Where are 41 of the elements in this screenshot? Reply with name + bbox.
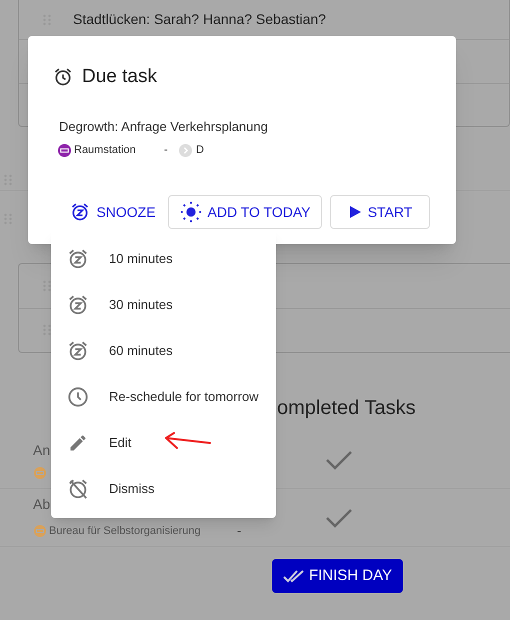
separator: - <box>164 143 169 158</box>
snooze-icon <box>70 202 90 222</box>
menu-item[interactable]: 10 minutes <box>51 236 276 282</box>
section-icon <box>179 144 192 157</box>
play-icon <box>348 205 362 219</box>
check-icon[interactable] <box>325 448 353 470</box>
check-icon[interactable] <box>325 506 353 528</box>
drag-handle-icon[interactable] <box>43 324 51 336</box>
project-icon <box>34 467 46 479</box>
menu-item[interactable]: 30 minutes <box>51 282 276 328</box>
menu-item[interactable]: Dismiss <box>51 466 276 512</box>
drag-handle-icon[interactable] <box>43 280 51 292</box>
dialog-title: Due task <box>82 65 157 89</box>
project-icon <box>34 525 46 537</box>
snooze-icon <box>67 294 89 316</box>
project-icon <box>58 144 71 157</box>
clock-icon <box>67 386 89 408</box>
today-button[interactable]: ADD TO TODAY <box>168 195 322 229</box>
snooze-button[interactable]: SNOOZE <box>66 195 160 229</box>
snooze-icon <box>67 340 89 362</box>
double-check-icon <box>282 569 305 583</box>
section-heading: ompleted Tasks <box>277 396 416 421</box>
start-button[interactable]: START <box>330 195 430 229</box>
alarm-clock-icon <box>53 67 73 88</box>
finish-day-button[interactable]: FINISH DAY <box>272 559 403 593</box>
project-label: Raumstation <box>74 143 137 158</box>
snooze-icon <box>67 248 89 270</box>
task-title: Degrowth: Anfrage Verkehrsplanung <box>59 118 268 136</box>
task-title: An <box>33 441 50 460</box>
alarm-off-icon <box>67 478 89 500</box>
task-title: Ab <box>33 495 50 514</box>
task-title[interactable]: Stadtlücken: Sarah? Hanna? Sebastian? <box>73 9 326 30</box>
menu-item[interactable]: Re-schedule for tomorrow <box>51 374 276 420</box>
section-label: D <box>196 143 204 158</box>
menu-item[interactable]: 60 minutes <box>51 328 276 374</box>
pencil-icon <box>68 433 88 453</box>
project-label: Bureau für Selbstorganisierung <box>49 524 202 539</box>
menu-item[interactable]: Edit <box>51 420 276 466</box>
annotation-arrow <box>162 432 212 452</box>
separator: - <box>237 522 242 540</box>
sun-icon <box>180 201 202 223</box>
